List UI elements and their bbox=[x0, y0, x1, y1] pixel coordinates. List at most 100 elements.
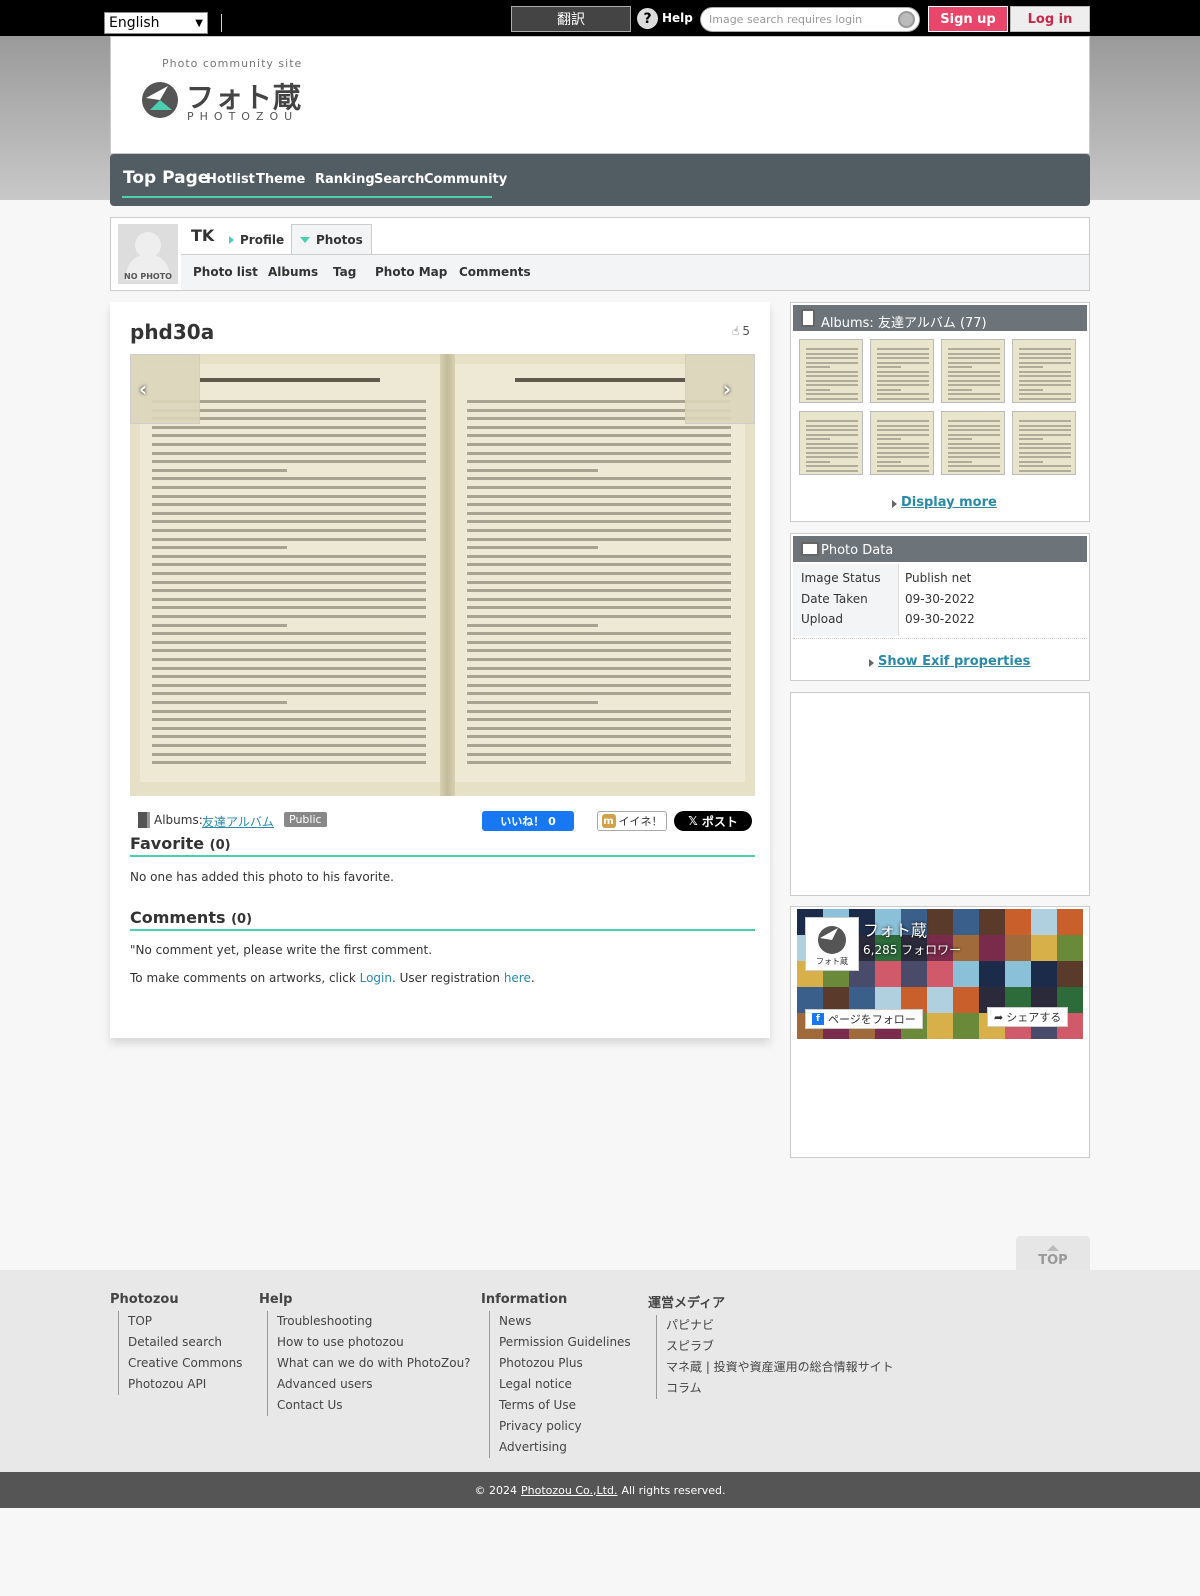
footer-link[interactable]: Contact Us bbox=[267, 1395, 471, 1416]
nav-top-page[interactable]: Top Page bbox=[123, 168, 209, 188]
image-icon bbox=[801, 542, 819, 556]
footer-link[interactable]: Photozou API bbox=[118, 1374, 242, 1395]
signup-button[interactable]: Sign up bbox=[928, 6, 1008, 32]
page-text-line bbox=[467, 623, 598, 627]
thumbnail-text-line bbox=[877, 465, 929, 467]
nav-search[interactable]: Search bbox=[374, 172, 424, 187]
footer-link[interactable]: Troubleshooting bbox=[267, 1311, 471, 1332]
back-to-top-button[interactable]: TOP bbox=[1016, 1236, 1090, 1272]
subnav-albums[interactable]: Albums bbox=[268, 265, 318, 279]
subnav-comments[interactable]: Comments bbox=[459, 265, 531, 279]
register-link[interactable]: here bbox=[504, 971, 531, 985]
album-thumbnail[interactable] bbox=[870, 339, 934, 403]
footer-link[interactable]: TOP bbox=[118, 1311, 242, 1332]
language-select[interactable]: English ▼ bbox=[104, 12, 208, 34]
nav-community[interactable]: Community bbox=[424, 172, 507, 187]
footer-link[interactable]: Permission Guidelines bbox=[489, 1332, 631, 1353]
row-value: 09-30-2022 bbox=[905, 592, 975, 606]
page-text-line bbox=[152, 735, 426, 739]
like-counter[interactable]: ☝ 5 bbox=[732, 324, 750, 338]
page-text-line bbox=[152, 623, 287, 627]
footer-link[interactable]: コラム bbox=[656, 1378, 894, 1399]
page-text-line bbox=[152, 460, 426, 464]
photozou-logo-icon[interactable] bbox=[138, 80, 182, 120]
help-icon[interactable]: ? bbox=[637, 8, 658, 29]
subnav-tag[interactable]: Tag bbox=[333, 265, 356, 279]
table-row: Date Taken 09-30-2022 bbox=[793, 589, 1087, 609]
page-text-line bbox=[467, 434, 731, 438]
next-arrow-icon[interactable]: › bbox=[716, 377, 738, 401]
mixi-label: イイネ！ bbox=[618, 815, 663, 828]
facebook-share-button[interactable]: ➦ シェアする bbox=[987, 1007, 1069, 1027]
thumbnail-text-line bbox=[1019, 388, 1043, 391]
footer-link[interactable]: How to use photozou bbox=[267, 1332, 471, 1353]
search-input[interactable]: Image search requires login bbox=[700, 7, 920, 32]
mosaic-photo-tile bbox=[1005, 935, 1031, 961]
footer-link[interactable]: Photozou Plus bbox=[489, 1353, 631, 1374]
thumbnail-text-line bbox=[1019, 465, 1071, 467]
mosaic-photo-tile bbox=[1031, 935, 1057, 961]
thumbnail-text-line bbox=[877, 429, 929, 431]
subnav-photo-map[interactable]: Photo Map bbox=[375, 265, 447, 279]
footer-link[interactable]: マネ蔵 | 投資や資産運用の総合情報サイト bbox=[656, 1357, 894, 1378]
mosaic-photo-tile bbox=[953, 987, 979, 1013]
thumbnail-text-line bbox=[1019, 429, 1071, 431]
footer-link[interactable]: Terms of Use bbox=[489, 1395, 631, 1416]
page-text-line bbox=[467, 675, 731, 679]
footer-heading: Photozou bbox=[110, 1292, 179, 1307]
album-thumbnail[interactable] bbox=[941, 339, 1005, 403]
photo-image[interactable]: ‹ › bbox=[130, 354, 755, 796]
footer-link[interactable]: Legal notice bbox=[489, 1374, 631, 1395]
tab-profile-label: Profile bbox=[240, 232, 285, 247]
company-link[interactable]: Photozou Co.,Ltd. bbox=[521, 1484, 617, 1497]
facebook-follow-button[interactable]: f ページをフォロー bbox=[805, 1009, 923, 1029]
like-count-value: 5 bbox=[742, 324, 750, 338]
facebook-page-logo[interactable]: フォト蔵 bbox=[805, 917, 859, 971]
facebook-page-name[interactable]: フォト蔵 bbox=[863, 917, 927, 941]
mixi-like-button[interactable]: m イイネ！ bbox=[597, 811, 667, 831]
search-icon[interactable] bbox=[898, 11, 915, 28]
avatar[interactable]: NO PHOTO bbox=[118, 224, 178, 284]
tab-profile[interactable]: Profile bbox=[221, 224, 292, 255]
album-thumbnail[interactable] bbox=[1012, 411, 1076, 475]
album-link[interactable]: 友達アルバム bbox=[202, 813, 274, 830]
thumbnail-text-line bbox=[1019, 379, 1071, 382]
photo-data-header: Photo Data bbox=[793, 536, 1087, 562]
album-thumbnail[interactable] bbox=[1012, 339, 1076, 403]
facebook-like-button[interactable]: いいね！ 0 bbox=[482, 811, 574, 831]
comment-login-link[interactable]: Login bbox=[360, 971, 392, 985]
nav-ranking[interactable]: Ranking bbox=[315, 172, 375, 187]
album-thumbnail[interactable] bbox=[941, 411, 1005, 475]
thumbnail-text-line bbox=[1019, 348, 1071, 350]
footer-link[interactable]: What can we do with PhotoZou? bbox=[267, 1353, 471, 1374]
thumbnail-text-line bbox=[877, 469, 929, 472]
footer-link[interactable]: News bbox=[489, 1311, 631, 1332]
footer-link[interactable]: Advanced users bbox=[267, 1374, 471, 1395]
page-text-line bbox=[152, 675, 426, 679]
thumbnail-text-line bbox=[1019, 460, 1043, 463]
footer-link[interactable]: Creative Commons bbox=[118, 1353, 242, 1374]
prev-arrow-icon[interactable]: ‹ bbox=[132, 377, 154, 401]
page-text-line bbox=[152, 494, 426, 498]
username[interactable]: TK bbox=[191, 226, 214, 245]
display-more-link[interactable]: Display more bbox=[901, 495, 997, 510]
footer-link[interactable]: Privacy policy bbox=[489, 1416, 631, 1437]
x-post-button[interactable]: 𝕏 ポスト bbox=[674, 811, 752, 831]
footer-link[interactable]: Detailed search bbox=[118, 1332, 242, 1353]
album-thumbnail[interactable] bbox=[799, 339, 863, 403]
album-thumbnail[interactable] bbox=[870, 411, 934, 475]
footer-link[interactable]: Advertising bbox=[489, 1437, 631, 1458]
album-thumbnail[interactable] bbox=[799, 411, 863, 475]
nav-theme[interactable]: Theme bbox=[256, 172, 305, 187]
login-button[interactable]: Log in bbox=[1010, 6, 1090, 32]
footer-link[interactable]: パピナビ bbox=[656, 1315, 894, 1336]
footer-link[interactable]: スピラブ bbox=[656, 1336, 894, 1357]
translate-button[interactable]: 翻訳 bbox=[511, 6, 631, 32]
subnav-photo-list[interactable]: Photo list bbox=[193, 265, 258, 279]
thumbnail-text-line bbox=[1019, 352, 1071, 355]
show-exif-link[interactable]: Show Exif properties bbox=[878, 654, 1030, 669]
facebook-page-widget[interactable]: フォト蔵 フォト蔵 6,285 フォロワー f ページをフォロー ➦ シェアする bbox=[797, 909, 1083, 1039]
help-link[interactable]: Help bbox=[662, 11, 693, 25]
nav-hotlist[interactable]: Hotlist bbox=[206, 172, 255, 187]
tab-photos[interactable]: Photos bbox=[291, 224, 372, 255]
